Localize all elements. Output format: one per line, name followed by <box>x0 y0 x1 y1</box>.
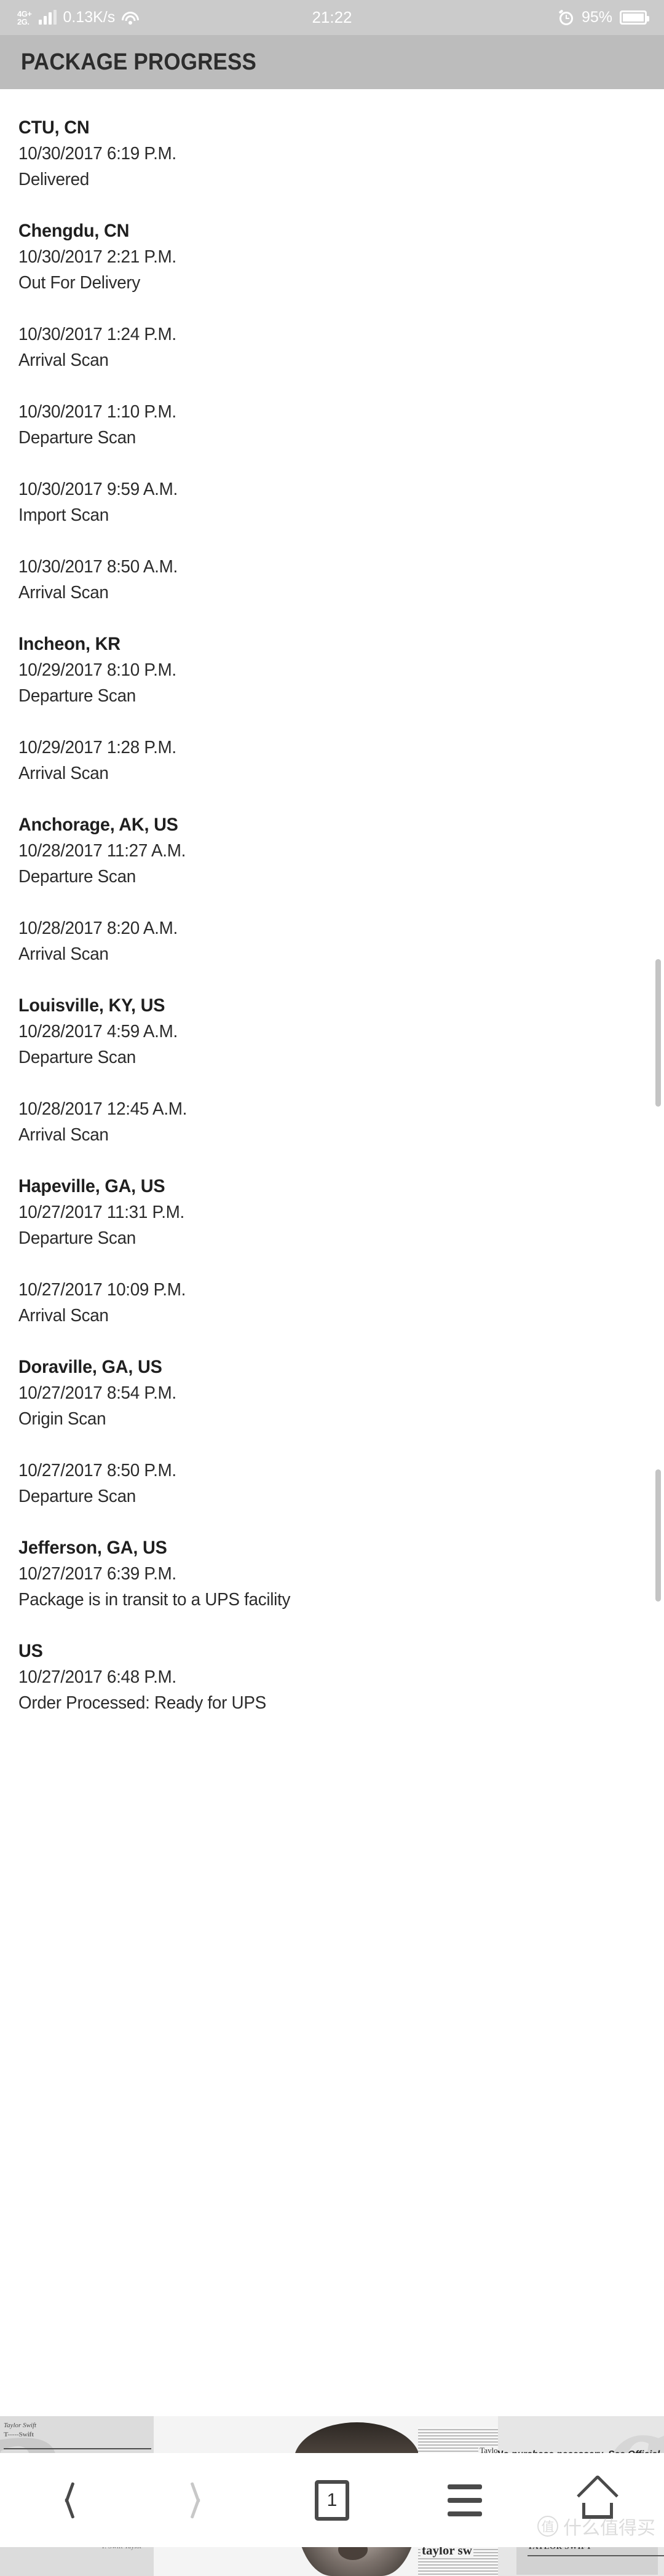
network-type-primary: 4G+ <box>17 9 32 18</box>
tracking-event-status: Departure Scan <box>18 867 136 887</box>
tracking-event-status: Arrival Scan <box>18 1306 109 1326</box>
chevron-left-icon <box>56 2481 77 2519</box>
home-button[interactable] <box>561 2467 634 2534</box>
tracking-event: 10/29/2017 1:28 P.M. Arrival Scan <box>18 735 664 786</box>
tracking-event-status: Arrival Scan <box>18 583 109 603</box>
tracking-event: Chengdu, CN 10/30/2017 2:21 P.M. Out For D… <box>18 218 664 296</box>
tracking-event: 10/28/2017 8:20 A.M. Arrival Scan <box>18 915 664 967</box>
tracking-event-status: Order Processed: Ready for UPS <box>18 1693 266 1713</box>
tracking-event: Louisville, KY, US 10/28/2017 4:59 A.M. De… <box>18 993 664 1070</box>
tracking-event-datetime: 10/27/2017 8:54 P.M. <box>18 1383 176 1403</box>
tracking-event-datetime: 10/27/2017 8:50 P.M. <box>18 1461 176 1480</box>
browser-bottom-nav: 1 <box>0 2453 664 2547</box>
tracking-event: 10/30/2017 1:24 P.M. Arrival Scan <box>18 322 664 373</box>
forward-button[interactable] <box>162 2467 236 2534</box>
battery-percent-text: 95% <box>581 9 612 26</box>
ad-np-line: T-----Swift <box>4 2431 34 2438</box>
tracking-event-status: Arrival Scan <box>18 1125 109 1145</box>
network-type-indicator: 4G+ 2G. <box>17 9 32 26</box>
ad-np-line: Taylor Swift <box>4 2422 37 2429</box>
tracking-event: 10/30/2017 8:50 A.M. Arrival Scan <box>18 554 664 606</box>
tracking-event: 10/30/2017 9:59 A.M. Import Scan <box>18 476 664 528</box>
tracking-event-location: CTU, CN <box>18 117 90 138</box>
tracking-event: 10/30/2017 1:10 P.M. Departure Scan <box>18 399 664 451</box>
back-button[interactable] <box>30 2467 103 2534</box>
tracking-event-datetime: 10/30/2017 2:21 P.M. <box>18 247 176 267</box>
tracking-event-location: Incheon, KR <box>18 634 121 654</box>
scrollbar-thumb-upper[interactable] <box>655 959 661 1107</box>
page-header: PACKAGE PROGRESS <box>0 35 664 89</box>
chevron-right-icon <box>189 2481 210 2519</box>
tracking-event-status: Import Scan <box>18 505 109 525</box>
tracking-event-status: Arrival Scan <box>18 764 109 783</box>
tracking-event-status: Out For Delivery <box>18 273 141 293</box>
tracking-event-status: Arrival Scan <box>18 944 109 964</box>
tracking-event-status: Arrival Scan <box>18 350 109 370</box>
tracking-event: 10/28/2017 12:45 A.M. Arrival Scan <box>18 1096 664 1148</box>
status-bar: 4G+ 2G. 0.13K/s 21:22 95% <box>0 0 664 35</box>
tracking-event-location: Louisville, KY, US <box>18 995 165 1016</box>
tabs-button[interactable]: 1 <box>295 2467 369 2534</box>
signal-bars-icon <box>39 9 57 25</box>
tab-count-badge: 1 <box>315 2479 349 2521</box>
tracking-event-location: Hapeville, GA, US <box>18 1176 165 1196</box>
network-type-secondary: 2G. <box>17 17 30 26</box>
network-speed-text: 0.13K/s <box>63 9 116 26</box>
wifi-icon <box>121 10 140 25</box>
tracking-event-location: Doraville, GA, US <box>18 1357 162 1377</box>
tracking-event-datetime: 10/30/2017 8:50 A.M. <box>18 557 178 577</box>
tracking-event-datetime: 10/28/2017 12:45 A.M. <box>18 1099 188 1119</box>
tracking-event: Anchorage, AK, US 10/28/2017 11:27 A.M. De… <box>18 812 664 890</box>
menu-icon <box>448 2484 482 2516</box>
tracking-event-status: Origin Scan <box>18 1409 106 1429</box>
tracking-event-datetime: 10/29/2017 1:28 P.M. <box>18 738 176 757</box>
tracking-event-datetime: 10/27/2017 6:39 P.M. <box>18 1564 176 1584</box>
ad-coupon-rule <box>528 2555 664 2556</box>
menu-button[interactable] <box>428 2467 502 2534</box>
tracking-event: Jefferson, GA, US 10/27/2017 6:39 P.M. Pac… <box>18 1535 664 1613</box>
tracking-event-status: Departure Scan <box>18 686 136 706</box>
tracking-event-status: Departure Scan <box>18 1048 136 1067</box>
tracking-event-status: Departure Scan <box>18 1487 136 1506</box>
status-bar-left: 4G+ 2G. 0.13K/s <box>17 9 140 26</box>
tracking-event-location: US <box>18 1641 43 1661</box>
tracking-event: CTU, CN 10/30/2017 6:19 P.M. Delivered <box>18 115 664 192</box>
tracking-event-datetime: 10/30/2017 1:10 P.M. <box>18 402 176 422</box>
tracking-event-location: Chengdu, CN <box>18 221 130 241</box>
tracking-event: 10/27/2017 8:50 P.M. Departure Scan <box>18 1458 664 1509</box>
tracking-event-status: Package is in transit to a UPS facility <box>18 1590 291 1610</box>
tracking-event-location: Anchorage, AK, US <box>18 815 178 835</box>
scrollbar-thumb-lower[interactable] <box>655 1469 661 1602</box>
tracking-event: US 10/27/2017 6:48 P.M. Order Processed: R… <box>18 1638 664 1716</box>
tracking-event-datetime: 10/30/2017 1:24 P.M. <box>18 325 176 344</box>
tracking-event-status: Delivered <box>18 170 90 189</box>
tracking-event: Doraville, GA, US 10/27/2017 8:54 P.M. Ori… <box>18 1354 664 1432</box>
tracking-event-datetime: 10/30/2017 9:59 A.M. <box>18 480 178 499</box>
tracking-event-datetime: 10/28/2017 11:27 A.M. <box>18 841 186 861</box>
tracking-event: 10/27/2017 10:09 P.M. Arrival Scan <box>18 1277 664 1329</box>
status-bar-right: 95% <box>558 9 649 26</box>
tracking-event: Incheon, KR 10/29/2017 8:10 P.M. Departure… <box>18 631 664 709</box>
tracking-event-status: Departure Scan <box>18 428 136 448</box>
battery-icon <box>620 10 649 25</box>
tracking-event-datetime: 10/27/2017 6:48 P.M. <box>18 1667 176 1687</box>
alarm-icon <box>558 9 574 26</box>
tracking-event-datetime: 10/28/2017 4:59 A.M. <box>18 1022 178 1041</box>
package-progress-list: CTU, CN 10/30/2017 6:19 P.M. Delivered Chen… <box>0 89 664 1716</box>
page-title: PACKAGE PROGRESS <box>21 49 257 75</box>
tracking-event-datetime: 10/27/2017 10:09 P.M. <box>18 1280 186 1300</box>
tracking-event-datetime: 10/27/2017 11:31 P.M. <box>18 1203 185 1222</box>
tracking-event-location: Jefferson, GA, US <box>18 1538 167 1558</box>
tracking-event-datetime: 10/30/2017 6:19 P.M. <box>18 144 176 164</box>
home-icon <box>577 2474 619 2520</box>
tracking-event: Hapeville, GA, US 10/27/2017 11:31 P.M. De… <box>18 1174 664 1251</box>
tracking-event-datetime: 10/29/2017 8:10 P.M. <box>18 660 176 680</box>
tracking-event-datetime: 10/28/2017 8:20 A.M. <box>18 919 178 938</box>
tracking-event-status: Departure Scan <box>18 1228 136 1248</box>
